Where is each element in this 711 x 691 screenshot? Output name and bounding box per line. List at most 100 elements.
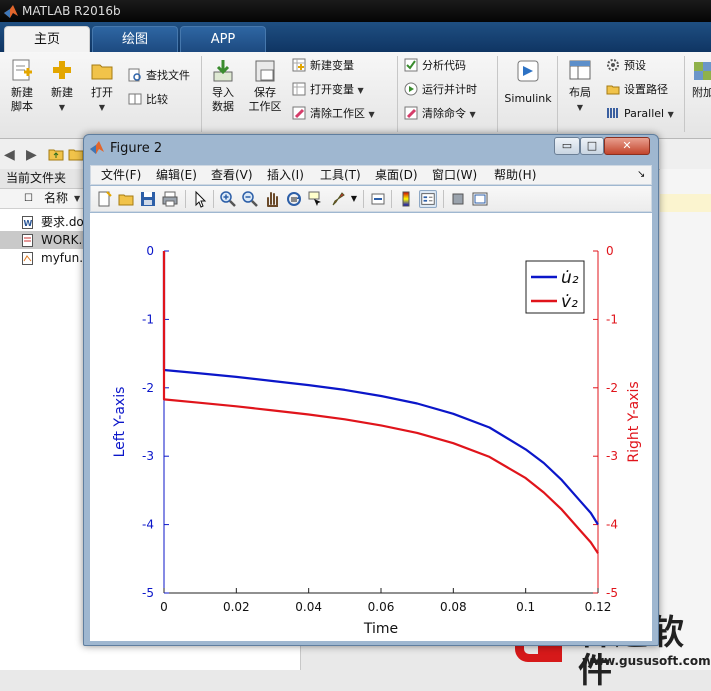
new-script-label: 新建 脚本 <box>11 86 33 113</box>
figure-menu-bar: 文件(F) 编辑(E) 查看(V) 插入(I) 工具(T) 桌面(D) 窗口(W… <box>90 165 652 185</box>
matlab-logo-icon <box>90 141 104 154</box>
maximize-button[interactable]: □ <box>580 137 604 155</box>
chevron-down-icon: ▼ <box>58 103 66 112</box>
figure-title-bar[interactable]: Figure 2 <box>90 139 162 159</box>
left-y-tick-label: 0 <box>146 244 154 258</box>
menu-window[interactable]: 窗口(W) <box>432 168 477 182</box>
right-y-tick-label: -5 <box>606 586 618 600</box>
current-folder-title: 当前文件夹 <box>6 171 67 185</box>
watermark-url: www.gususoft.com <box>582 654 711 668</box>
chevron-down-icon[interactable]: ▼ <box>349 190 359 208</box>
import-data-button[interactable]: 导入 数据 <box>206 58 240 114</box>
colorbar-icon[interactable] <box>397 190 415 208</box>
chevron-down-icon: ▼ <box>469 110 476 119</box>
show-plot-tools-icon[interactable] <box>471 190 489 208</box>
ribbon-separator <box>497 56 498 132</box>
back-arrow-icon[interactable]: ◀ <box>4 147 15 163</box>
find-files-label: 查找文件 <box>146 69 190 82</box>
find-files-button[interactable]: 查找文件 <box>128 68 190 84</box>
run-and-time-button[interactable]: 运行并计时 <box>404 82 477 98</box>
save-icon[interactable] <box>139 190 157 208</box>
new-script-icon <box>12 59 32 81</box>
analyze-code-button[interactable]: 分析代码 <box>404 58 466 74</box>
left-y-tick-label: -2 <box>142 381 154 395</box>
plot-area[interactable]: 0 0.02 0.04 0.06 0.08 0.1 0.12 0 -1 -2 -3 -4 -5 0 -1 -2… <box>90 213 652 641</box>
menu-file[interactable]: 文件(F) <box>101 168 141 182</box>
compare-button[interactable]: 比较 <box>128 92 168 108</box>
new-button[interactable]: 新建 ▼ <box>46 58 78 115</box>
x-axis-label: Time <box>363 621 398 637</box>
ribbon-separator <box>201 56 202 132</box>
link-plot-icon[interactable] <box>369 190 387 208</box>
preferences-button[interactable]: 预设 <box>606 58 646 74</box>
close-button[interactable]: ✕ <box>604 137 650 155</box>
menu-desktop[interactable]: 桌面(D) <box>375 168 418 182</box>
run-and-time-icon <box>404 82 418 96</box>
open-file-icon[interactable] <box>117 190 135 208</box>
clear-commands-button[interactable]: 清除命令 ▼ <box>404 106 476 123</box>
x-tick-label: 0.06 <box>368 600 395 614</box>
ribbon-tabstrip: 主页 绘图 APP <box>0 22 711 52</box>
addons-button[interactable]: 附加 <box>688 58 711 100</box>
hide-plot-tools-icon[interactable] <box>449 190 467 208</box>
open-variable-button[interactable]: 打开变量 ▼ <box>292 82 364 99</box>
tab-home[interactable]: 主页 <box>4 26 90 52</box>
forward-arrow-icon[interactable]: ▶ <box>26 147 37 163</box>
up-folder-icon[interactable] <box>48 147 64 161</box>
right-y-tick-label: -3 <box>606 449 618 463</box>
run-and-time-label: 运行并计时 <box>422 83 477 96</box>
parallel-label: Parallel <box>624 107 665 120</box>
zoom-out-icon[interactable] <box>241 190 259 208</box>
menu-edit[interactable]: 编辑(E) <box>156 168 197 182</box>
legend-icon[interactable] <box>419 190 437 208</box>
info-strip <box>660 194 711 212</box>
menu-insert[interactable]: 插入(I) <box>267 168 304 182</box>
tab-plots[interactable]: 绘图 <box>92 26 178 52</box>
open-label: 打开 <box>91 86 113 99</box>
dock-arrow-icon[interactable]: ↘ <box>637 168 645 182</box>
ribbon: 新建 脚本 新建 ▼ 打开 ▼ 查找文件 比较 导入 数据 保存 工作区 新建变… <box>0 52 711 139</box>
new-figure-icon[interactable] <box>95 190 113 208</box>
file-name: myfun.r <box>41 251 88 265</box>
rotate-3d-icon[interactable] <box>285 190 303 208</box>
right-y-tick-label: -2 <box>606 381 618 395</box>
browse-folder-icon[interactable] <box>68 147 84 161</box>
menu-tools[interactable]: 工具(T) <box>320 168 361 182</box>
app-title-bar: MATLAB R2016b <box>0 0 711 22</box>
pan-hand-icon[interactable] <box>263 190 281 208</box>
layout-button[interactable]: 布局 ▼ <box>563 58 597 115</box>
menu-help[interactable]: 帮助(H) <box>494 168 536 182</box>
simulink-button[interactable]: Simulink <box>502 58 554 105</box>
toolbar-separator <box>391 190 392 208</box>
brush-icon[interactable] <box>329 190 347 208</box>
set-path-label: 设置路径 <box>624 83 668 96</box>
toolbar-separator <box>443 190 444 208</box>
new-variable-button[interactable]: 新建变量 <box>292 58 354 74</box>
clear-workspace-label: 清除工作区 <box>310 107 365 120</box>
chevron-down-icon: ▼ <box>368 110 375 119</box>
matlab-logo-icon <box>4 5 18 18</box>
svg-text:W: W <box>24 219 33 228</box>
clear-workspace-icon <box>292 106 306 120</box>
word-doc-icon: W <box>22 216 33 229</box>
parallel-button[interactable]: Parallel ▼ <box>606 106 674 123</box>
x-tick-label: 0.08 <box>440 600 467 614</box>
new-script-button[interactable]: 新建 脚本 <box>6 58 38 114</box>
zoom-in-icon[interactable] <box>219 190 237 208</box>
clear-workspace-button[interactable]: 清除工作区 ▼ <box>292 106 375 123</box>
tab-apps[interactable]: APP <box>180 26 266 52</box>
layout-label: 布局 <box>569 86 591 99</box>
name-column-header[interactable]: 名称 <box>44 189 68 208</box>
menu-view[interactable]: 查看(V) <box>211 168 253 182</box>
x-tick-label: 0.04 <box>295 600 322 614</box>
app-title: MATLAB R2016b <box>22 4 121 18</box>
figure-window[interactable]: Figure 2 ▭ □ ✕ 文件(F) 编辑(E) 查看(V) 插入(I) 工… <box>83 134 659 646</box>
save-workspace-button[interactable]: 保存 工作区 <box>246 58 284 114</box>
data-cursor-icon[interactable] <box>307 190 325 208</box>
select-arrow-icon[interactable] <box>191 190 209 208</box>
minimize-button[interactable]: ▭ <box>554 137 580 155</box>
print-icon[interactable] <box>161 190 179 208</box>
set-path-button[interactable]: 设置路径 <box>606 82 668 98</box>
open-button[interactable]: 打开 ▼ <box>86 58 118 115</box>
toolbar-separator <box>185 190 186 208</box>
